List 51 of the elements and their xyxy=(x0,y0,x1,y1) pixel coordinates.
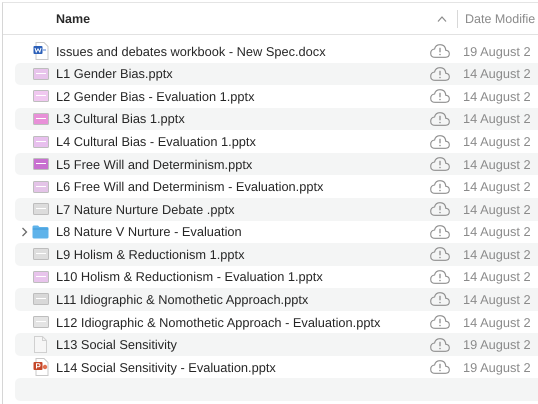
file-name[interactable]: L5 Free Will and Determinism.pptx xyxy=(56,156,428,172)
date-modified-text: 14 August 2 xyxy=(463,269,531,284)
date-modified-text: 19 August 2 xyxy=(463,360,531,375)
date-modified-text: 19 August 2 xyxy=(463,337,531,352)
date-modified-text: 14 August 2 xyxy=(463,156,531,172)
cloud-alert-icon[interactable] xyxy=(430,180,450,194)
file-name[interactable]: L6 Free Will and Determinism - Evaluation.pptx xyxy=(56,179,428,194)
cloud-alert-icon[interactable] xyxy=(430,202,450,216)
cloud-alert-icon[interactable] xyxy=(430,224,450,239)
cloud-alert-icon[interactable] xyxy=(430,247,450,262)
file-name[interactable]: L1 Gender Bias.pptx xyxy=(56,66,428,82)
name-column-header[interactable]: Name xyxy=(56,12,90,26)
cloud-alert-icon[interactable] xyxy=(430,157,450,172)
file-name[interactable]: L11 Idiographic & Nomothetic Approach.pptx xyxy=(56,292,428,307)
date-modified-text: 14 August 2 xyxy=(463,88,531,104)
disclosure-chevron-icon[interactable] xyxy=(21,226,28,237)
date-modified-text: 14 August 2 xyxy=(463,66,531,82)
cloud-alert-icon[interactable] xyxy=(430,44,450,58)
date-modified-text: 14 August 2 xyxy=(463,314,531,330)
file-name[interactable]: Issues and debates workbook - New Spec.docx xyxy=(56,44,428,59)
file-name[interactable]: L9 Holism & Reductionism 1.pptx xyxy=(56,246,428,262)
date-modified-text: 14 August 2 xyxy=(463,134,531,150)
file-name[interactable]: L3 Cultural Bias 1.pptx xyxy=(56,111,428,126)
date-modified-text: 14 August 2 xyxy=(463,179,531,194)
blank-document-icon xyxy=(34,336,47,354)
cloud-alert-icon[interactable] xyxy=(430,89,450,104)
folder-icon xyxy=(32,224,49,239)
file-name[interactable]: L13 Social Sensitivity xyxy=(56,337,428,352)
word-document-icon xyxy=(32,42,48,60)
cloud-alert-icon[interactable] xyxy=(430,270,450,284)
cloud-alert-icon[interactable] xyxy=(430,338,450,352)
file-name[interactable]: L7 Nature Nurture Debate .pptx xyxy=(56,202,428,217)
date-modified-text: 14 August 2 xyxy=(463,292,531,307)
cloud-alert-icon[interactable] xyxy=(430,112,450,126)
date-modified-text: 19 August 2 xyxy=(463,44,531,59)
cloud-alert-icon[interactable] xyxy=(430,66,450,81)
date-modified-text: 14 August 2 xyxy=(463,111,531,126)
cloud-alert-icon[interactable] xyxy=(430,292,450,306)
date-modified-text: 14 August 2 xyxy=(463,202,531,217)
file-name[interactable]: L14 Social Sensitivity - Evaluation.pptx xyxy=(56,360,428,375)
file-name[interactable]: L8 Nature V Nurture - Evaluation xyxy=(56,224,428,240)
date-modified-text: 14 August 2 xyxy=(463,224,531,240)
powerpoint-document-icon xyxy=(32,358,48,376)
date-modified-text: 14 August 2 xyxy=(463,246,531,262)
cloud-alert-icon[interactable] xyxy=(430,134,450,149)
cloud-alert-icon[interactable] xyxy=(430,315,450,330)
cloud-alert-icon[interactable] xyxy=(430,360,450,374)
file-name[interactable]: L12 Idiographic & Nomothetic Approach - Evaluation.pptx xyxy=(56,314,428,330)
file-name[interactable]: L2 Gender Bias - Evaluation 1.pptx xyxy=(56,88,428,104)
file-name[interactable]: L4 Cultural Bias - Evaluation 1.pptx xyxy=(56,134,428,150)
file-name[interactable]: L10 Holism & Reductionism - Evaluation 1.pptx xyxy=(56,269,428,284)
